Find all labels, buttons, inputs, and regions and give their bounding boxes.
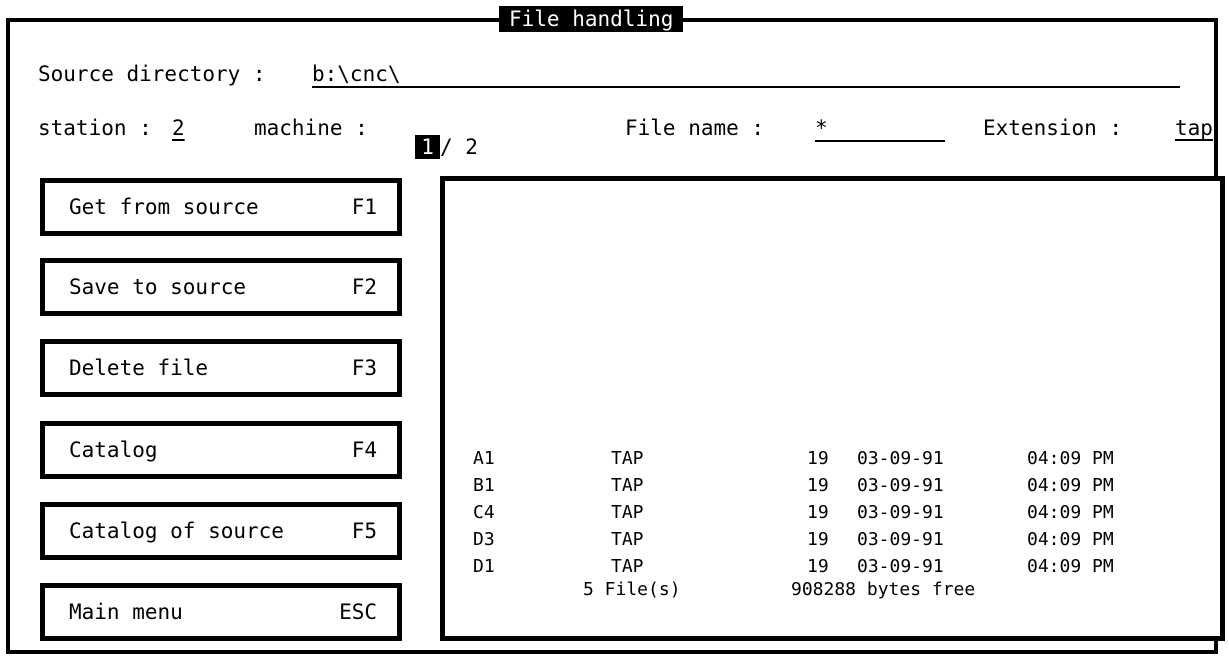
source-directory-underline (312, 86, 1180, 88)
file-time: 04:09 PM (1027, 529, 1114, 550)
file-extension: TAP (611, 448, 644, 469)
extension-label: Extension : (983, 116, 1123, 140)
button-label: Get from source (69, 194, 259, 219)
file-count: 5 File(s) (583, 579, 681, 600)
file-time: 04:09 PM (1027, 448, 1114, 469)
button-key: ESC (339, 599, 377, 624)
extension-input[interactable]: tap (1175, 118, 1213, 139)
file-time: 04:09 PM (1027, 502, 1114, 523)
file-size: 19 (807, 529, 829, 550)
file-list-summary: 5 File(s) 908288 bytes free (583, 581, 975, 599)
file-date: 03-09-91 (857, 475, 944, 496)
file-extension: TAP (611, 475, 644, 496)
machine-separator: / (439, 135, 453, 159)
station-label: station : (38, 116, 152, 140)
filename-underline (815, 140, 945, 142)
file-date: 03-09-91 (857, 529, 944, 550)
machine-value-group: 1/ 2 (390, 116, 478, 159)
file-list: A1 TAP 19 03-09-91 04:09 PM B1 TAP 19 03… (473, 441, 1167, 576)
catalog-button[interactable]: Catalog F4 (40, 421, 402, 479)
list-item[interactable]: D1 TAP 19 03-09-91 04:09 PM (473, 549, 1167, 576)
delete-file-button[interactable]: Delete file F3 (40, 339, 402, 397)
file-size: 19 (807, 448, 829, 469)
button-label: Main menu (69, 599, 183, 624)
file-date: 03-09-91 (857, 556, 944, 577)
button-key: F2 (351, 274, 377, 299)
bytes-free: 908288 bytes free (791, 579, 976, 600)
button-label: Catalog of source (69, 518, 284, 543)
window-title: File handling (499, 6, 684, 32)
file-extension: TAP (611, 502, 644, 523)
main-menu-button[interactable]: Main menu ESC (40, 583, 402, 641)
file-name: C4 (473, 502, 495, 523)
list-item[interactable]: B1 TAP 19 03-09-91 04:09 PM (473, 468, 1167, 495)
file-extension: TAP (611, 556, 644, 577)
file-size: 19 (807, 502, 829, 523)
machine-current-input[interactable]: 1 (415, 135, 440, 159)
machine-label: machine : (254, 116, 368, 140)
button-key: F5 (351, 518, 377, 543)
file-size: 19 (807, 475, 829, 496)
file-date: 03-09-91 (857, 448, 944, 469)
file-extension: TAP (611, 529, 644, 550)
file-date: 03-09-91 (857, 502, 944, 523)
file-name: D1 (473, 556, 495, 577)
file-time: 04:09 PM (1027, 475, 1114, 496)
file-name: B1 (473, 475, 495, 496)
source-directory-label: Source directory : (38, 62, 266, 86)
machine-total: 2 (465, 135, 478, 159)
station-input[interactable]: 2 (172, 118, 185, 139)
filename-input[interactable]: * (815, 118, 828, 139)
file-size: 19 (807, 556, 829, 577)
button-key: F1 (351, 194, 377, 219)
get-from-source-button[interactable]: Get from source F1 (40, 178, 402, 236)
save-to-source-button[interactable]: Save to source F2 (40, 258, 402, 316)
file-list-panel[interactable]: A1 TAP 19 03-09-91 04:09 PM B1 TAP 19 03… (440, 176, 1225, 641)
button-label: Save to source (69, 274, 247, 299)
list-item[interactable]: D3 TAP 19 03-09-91 04:09 PM (473, 522, 1167, 549)
list-item[interactable]: C4 TAP 19 03-09-91 04:09 PM (473, 495, 1167, 522)
file-time: 04:09 PM (1027, 556, 1114, 577)
list-item[interactable]: A1 TAP 19 03-09-91 04:09 PM (473, 441, 1167, 468)
catalog-of-source-button[interactable]: Catalog of source F5 (40, 502, 402, 560)
source-directory-input[interactable]: b:\cnc\ (312, 64, 401, 85)
file-name: D3 (473, 529, 495, 550)
filename-label: File name : (625, 116, 765, 140)
button-label: Delete file (69, 355, 209, 380)
button-key: F3 (351, 355, 377, 380)
button-label: Catalog (69, 437, 158, 462)
button-key: F4 (351, 437, 377, 462)
file-name: A1 (473, 448, 495, 469)
